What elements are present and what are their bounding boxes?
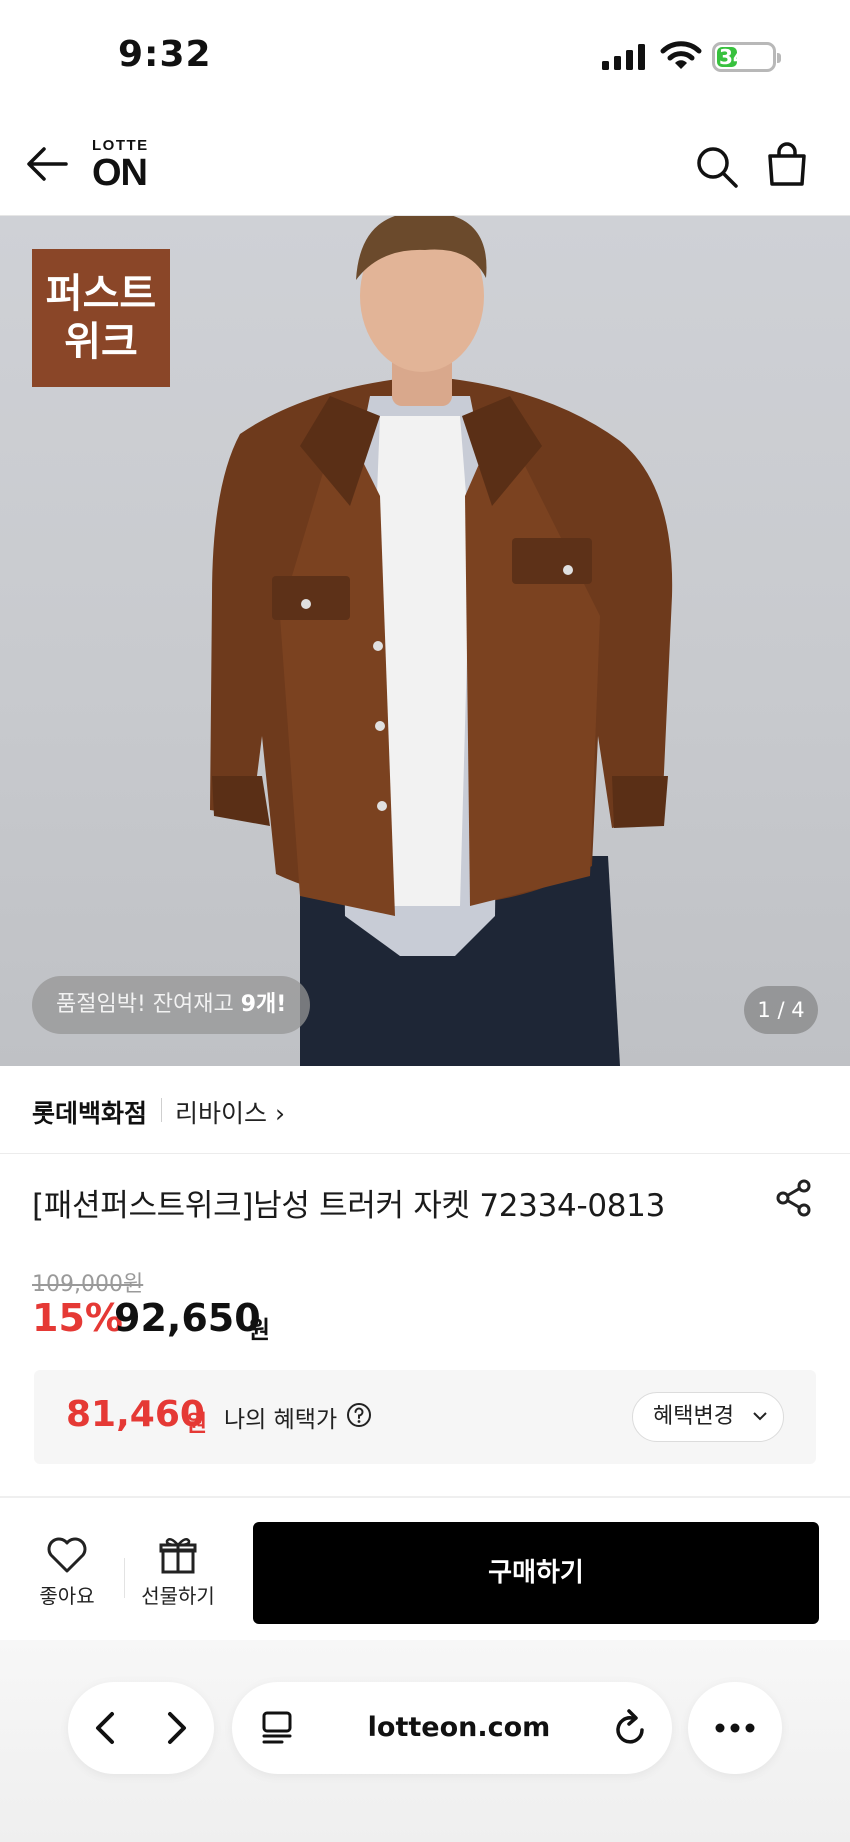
address-bar[interactable]: lotteon.com xyxy=(232,1682,672,1774)
benefit-label: 나의 혜택가 xyxy=(224,1407,338,1433)
brand-link[interactable]: 리바이스 › xyxy=(175,1094,285,1130)
search-icon[interactable] xyxy=(694,144,740,190)
image-page-indicator: 1 / 4 xyxy=(744,986,818,1034)
first-week-badge: 퍼스트 위크 xyxy=(32,249,170,387)
discount-rate: 15% xyxy=(32,1296,123,1340)
badge-line-1: 퍼스트 xyxy=(45,271,157,317)
cellular-signal-icon xyxy=(602,44,645,70)
benefit-price: 81,460 xyxy=(66,1394,205,1435)
status-time: 9:32 xyxy=(118,34,212,75)
browser-forward-icon[interactable] xyxy=(156,1708,196,1748)
my-benefit-box: 81,460 원 나의 혜택가 혜택변경 xyxy=(34,1370,816,1464)
logo-top-text: LOTTE xyxy=(92,137,149,154)
lotte-on-logo[interactable]: LOTTE ON xyxy=(92,138,149,193)
sale-price: 92,650 xyxy=(114,1296,261,1340)
shopping-bag-icon[interactable] xyxy=(764,142,810,188)
browser-toolbar: lotteon.com xyxy=(0,1640,850,1842)
app-header: LOTTE ON xyxy=(0,110,850,216)
battery-percent: 34 xyxy=(719,45,747,69)
low-stock-badge: 품절임박! 잔여재고 9개! xyxy=(32,976,311,1034)
stock-text: 품절임박! 잔여재고 xyxy=(56,992,241,1017)
benefit-change-button[interactable]: 혜택변경 xyxy=(632,1392,784,1442)
back-arrow-icon[interactable] xyxy=(24,144,70,184)
section-divider xyxy=(0,1496,850,1498)
original-price: 109,000원 xyxy=(32,1272,144,1297)
heart-icon xyxy=(47,1537,87,1573)
action-separator xyxy=(124,1558,125,1598)
gift-button[interactable]: 선물하기 xyxy=(132,1536,224,1616)
product-image-carousel[interactable]: 퍼스트 위크 품절임박! 잔여재고 9개! 1 / 4 xyxy=(0,216,850,1066)
battery-icon: 34 xyxy=(712,42,781,72)
gift-icon xyxy=(159,1537,197,1574)
like-button[interactable]: 좋아요 xyxy=(26,1536,108,1616)
benefit-price-unit: 원 xyxy=(186,1411,208,1437)
status-bar: 9:32 34 xyxy=(0,0,850,110)
sale-price-unit: 원 xyxy=(248,1316,271,1344)
nav-buttons-group xyxy=(68,1682,214,1774)
reload-icon[interactable] xyxy=(612,1708,650,1748)
tab-overview-icon[interactable] xyxy=(260,1710,296,1746)
benefit-change-label: 혜택변경 xyxy=(653,1404,734,1429)
browser-back-icon[interactable] xyxy=(86,1708,126,1748)
chevron-down-icon xyxy=(753,1412,767,1421)
logo-main-text: ON xyxy=(92,152,148,194)
url-text[interactable]: lotteon.com xyxy=(304,1682,614,1774)
store-brand-row: 롯데백화점 리바이스 › xyxy=(0,1066,850,1154)
stock-count: 9개! xyxy=(240,992,287,1017)
store-name[interactable]: 롯데백화점 xyxy=(32,1094,147,1130)
help-circle-icon[interactable] xyxy=(346,1402,372,1428)
store-separator xyxy=(161,1098,162,1122)
gift-label: 선물하기 xyxy=(141,1584,215,1608)
buy-button[interactable]: 구매하기 xyxy=(253,1522,819,1624)
badge-line-2: 위크 xyxy=(64,319,138,365)
product-title: [패션퍼스트위크]남성 트러커 자켓 72334-0813 xyxy=(32,1188,666,1224)
more-dots-icon xyxy=(715,1723,755,1733)
wifi-icon xyxy=(660,41,702,69)
more-options-button[interactable] xyxy=(688,1682,782,1774)
like-label: 좋아요 xyxy=(39,1584,95,1608)
share-icon[interactable] xyxy=(774,1178,814,1218)
